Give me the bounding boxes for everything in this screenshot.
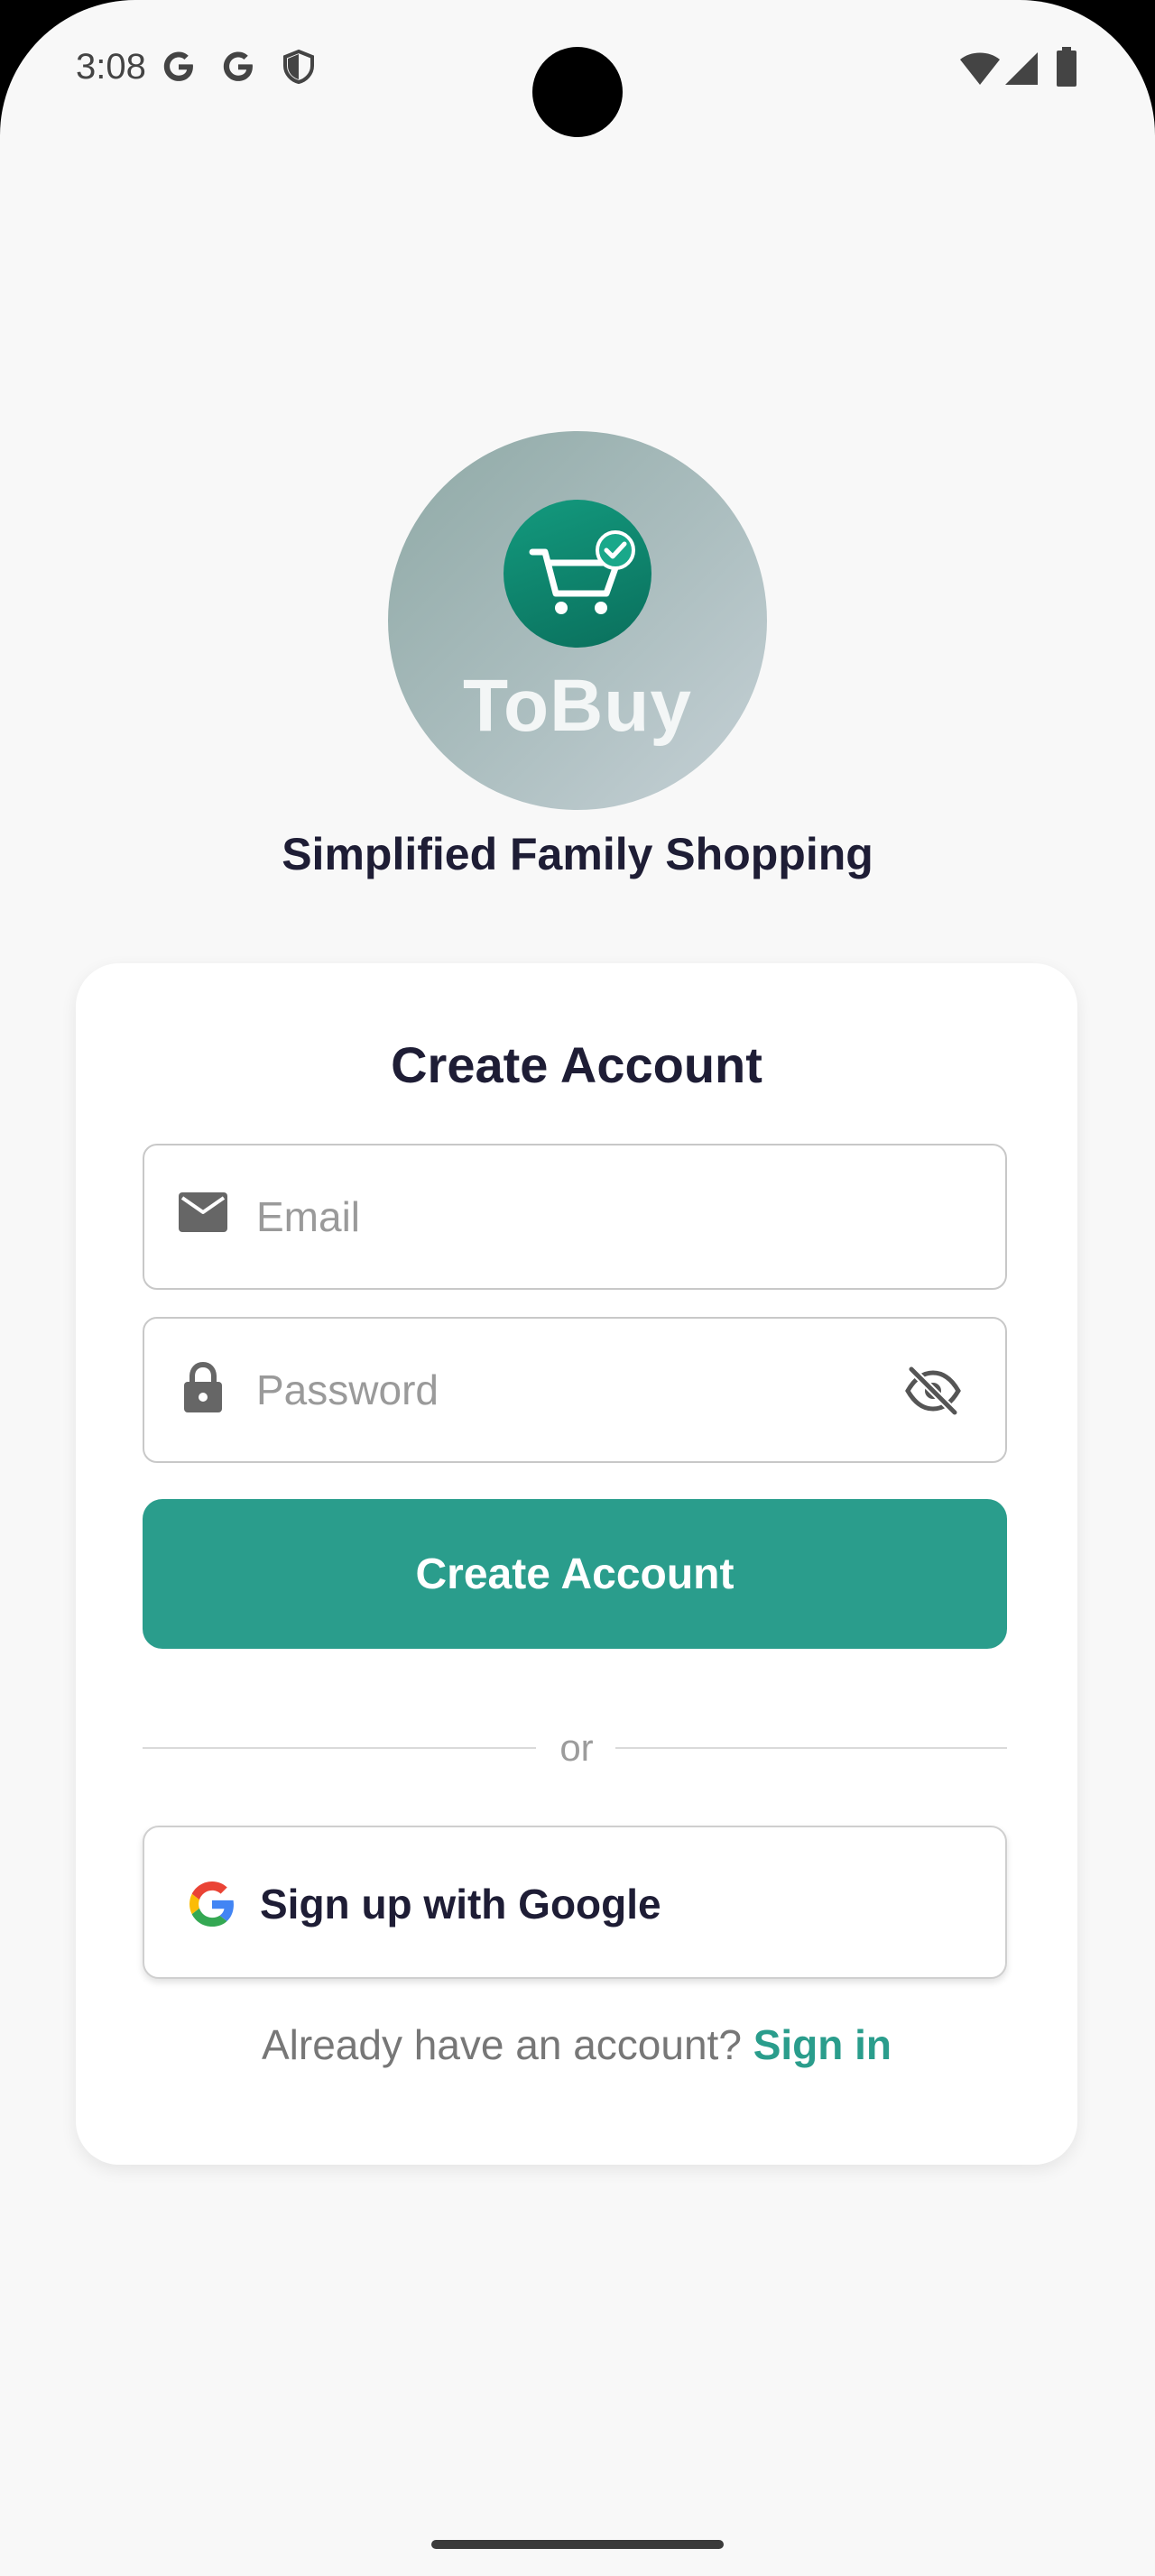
mail-icon [179, 1192, 227, 1232]
google-signup-label: Sign up with Google [260, 1881, 661, 1927]
signin-link[interactable]: Sign in [753, 2021, 892, 2068]
google-icon [163, 51, 193, 81]
email-field[interactable]: Email [143, 1144, 1007, 1290]
lock-icon [184, 1361, 222, 1412]
status-bar: 3:08 [0, 0, 1155, 137]
password-field[interactable]: Password [143, 1317, 1007, 1463]
create-account-button[interactable]: Create Account [143, 1499, 1007, 1649]
wifi-icon [960, 52, 1000, 85]
google-logo-icon [189, 1881, 234, 1927]
signin-prompt: Already have an account? [261, 2021, 742, 2068]
signin-row: Already have an account? Sign in [76, 2020, 1077, 2069]
email-placeholder: Email [256, 1193, 361, 1240]
signal-icon [1005, 52, 1038, 85]
app-screen: 3:08 ToBuy Simplified Family Shopping Cr… [0, 0, 1155, 2576]
home-indicator[interactable] [431, 2540, 724, 2549]
battery-icon [1057, 47, 1076, 87]
logo-badge [504, 500, 651, 648]
app-logo: ToBuy [388, 431, 767, 810]
google-icon [223, 51, 253, 81]
shopping-cart-icon [529, 530, 635, 614]
visibility-off-icon[interactable] [904, 1366, 962, 1416]
status-time: 3:08 [76, 47, 146, 87]
google-signup-button[interactable]: Sign up with Google [143, 1826, 1007, 1979]
divider-right [615, 1747, 1007, 1749]
logo-text: ToBuy [462, 665, 692, 747]
password-placeholder: Password [256, 1366, 439, 1413]
front-camera [532, 47, 623, 137]
shield-icon [283, 49, 314, 85]
tagline: Simplified Family Shopping [282, 829, 873, 879]
card-title: Create Account [391, 1036, 762, 1093]
signup-card: Create Account Email Password Create Acc… [76, 963, 1077, 2165]
